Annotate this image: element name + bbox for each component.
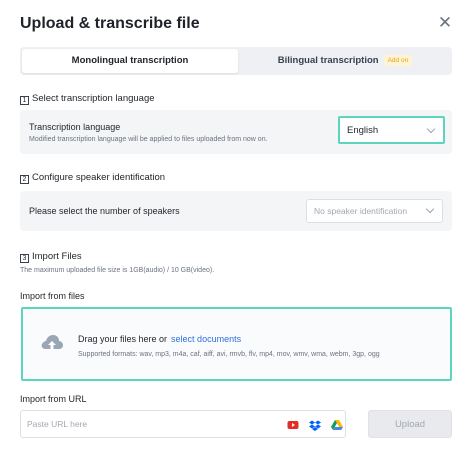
import-from-url-label: Import from URL [20,394,87,404]
drop-instruction: Drag your files here or select documents [78,334,241,344]
url-input[interactable] [27,416,277,432]
addon-badge: Add on [383,54,413,66]
dropbox-icon[interactable] [309,419,321,431]
dialog-title: Upload & transcribe file [20,15,200,32]
section-speaker-heading: 2 Configure speaker identification [20,172,165,184]
speaker-count-placeholder: No speaker identification [314,206,408,216]
select-documents-link[interactable]: select documents [171,334,241,344]
tab-bilingual-label: Bilingual transcription [277,55,379,66]
language-select-value: English [347,125,379,136]
section-language-heading: 1 Select transcription language [20,93,155,105]
supported-formats: Supported formats: wav, mp3, m4a, caf, a… [78,351,380,358]
file-drop-zone[interactable]: Drag your files here or select documents … [21,307,452,381]
section-title: Import Files [32,251,82,262]
transcription-mode-tabs: Monolingual transcription Bilingual tran… [20,47,452,75]
speaker-count-label: Please select the number of speakers [29,206,180,216]
tab-monolingual[interactable]: Monolingual transcription [22,49,238,73]
file-size-note: The maximum uploaded file size is 1GB(au… [20,267,215,274]
close-icon[interactable]: ✕ [436,14,454,32]
transcription-language-hint: Modified transcription language will be … [29,136,268,143]
section-number: 3 [20,254,29,263]
section-title: Select transcription language [32,93,155,104]
chevron-down-icon [426,124,436,134]
drop-text: Drag your files here or [78,334,168,344]
speaker-count-select[interactable]: No speaker identification [306,199,443,223]
transcription-language-label: Transcription language [29,122,121,132]
section-number: 2 [20,175,29,184]
upload-button[interactable]: Upload [368,410,452,438]
chevron-down-icon [425,204,435,214]
section-import-heading: 3 Import Files [20,251,82,263]
import-from-files-label: Import from files [20,291,85,301]
upload-dialog: Upload & transcribe file ✕ Monolingual t… [0,0,474,466]
tab-bilingual[interactable]: Bilingual transcription Add on [240,49,450,73]
tab-monolingual-label: Monolingual transcription [71,55,189,66]
youtube-icon[interactable] [287,419,299,431]
section-number: 1 [20,96,29,105]
section-title: Configure speaker identification [32,172,166,183]
language-select[interactable]: English [338,116,445,144]
url-field[interactable] [20,410,346,438]
cloud-upload-icon [41,335,63,351]
google-drive-icon[interactable] [331,419,343,431]
